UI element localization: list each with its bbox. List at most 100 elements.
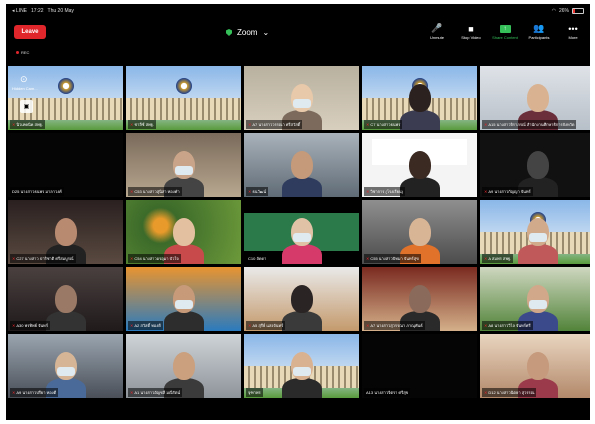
participant-tile[interactable]: C10 ลัดดา	[244, 200, 359, 264]
participant-name-label: ✕C53 นางสาวสุนิสา ทองคำ	[128, 187, 182, 196]
participants-label: Participants	[528, 35, 550, 40]
participant-face	[409, 84, 431, 112]
participant-name: C54 นางสาวอรอุมา บัวใจ	[134, 256, 179, 261]
participant-name: C7 นางสาวธนพร	[370, 122, 401, 127]
face-mask	[57, 367, 75, 376]
participant-face	[55, 218, 77, 246]
participant-tile[interactable]: ✕A8 นางสาววิไล จันทร์ศรี	[480, 267, 590, 331]
participant-tile[interactable]: ✕A9 นางสาวปรียา ทองดี	[8, 334, 123, 398]
muted-mic-icon: ✕	[130, 189, 134, 194]
participant-name-label: ✕A8 นางสาววิไล จันทร์ศรี	[482, 321, 533, 330]
participant-tile[interactable]: ✕A1 นางสาวอัญชลี มณีรัตน์	[126, 334, 241, 398]
participant-tile[interactable]: จุฑาพร	[244, 334, 359, 398]
participant-name: A15 นางสาวจิราภรณ์ สำนักงานศึกษาธิการจัง…	[488, 122, 575, 127]
face-mask	[293, 367, 311, 376]
participant-name: A2 สวัสดิ์ ทองดี	[134, 323, 161, 328]
participant-name: A13 นางสาวจิตรา ศรีสุข	[366, 390, 409, 395]
participant-tile[interactable]: ✕A สมพร สพฐ.	[480, 200, 590, 264]
participant-name-label: ✕A2 สวัสดิ์ ทองดี	[128, 321, 163, 330]
school-emblem-icon	[58, 78, 74, 94]
face-mask	[175, 166, 193, 175]
stop-video-button[interactable]: ■ Stop Video	[458, 22, 484, 41]
unmute-label: Unmute	[429, 35, 444, 40]
self-view-icon[interactable]: ▣	[20, 100, 33, 113]
participant-tile[interactable]: ✕C7 นางสาวธนพร	[362, 66, 477, 130]
stop-video-label: Stop Video	[461, 35, 481, 40]
muted-mic-icon: ✕	[366, 323, 370, 328]
participant-tile[interactable]: ✕D12 นางสาวนิตยา สุวรรณ	[480, 334, 590, 398]
meeting-toolbar: Leave REC Zoom ⌄ 🎤 Unmute ■ Stop Video ↑ Shar…	[6, 16, 590, 58]
participant-tile[interactable]: ✕ชาลีซ์ สพฐ.	[126, 66, 241, 130]
rec-label: REC	[21, 50, 30, 55]
participant-tile[interactable]: ✕A15 นางสาวจิราภรณ์ สำนักงานศึกษาธิการจั…	[480, 66, 590, 130]
participant-tile[interactable]: ✕A7 นางสาววรรณา ศรีสวัสดิ์	[244, 66, 359, 130]
self-video-tile[interactable]: ⊙ Hidden Cam... ▣ ✕นิวเทคนิค สพฐ.	[8, 66, 123, 130]
participant-name-label: ✕C55 นางสาวปัทมา จันทร์สุข	[364, 254, 421, 263]
more-button[interactable]: ••• More	[560, 22, 586, 41]
participant-name: นิวเทคนิค สพฐ.	[16, 122, 43, 127]
muted-mic-icon: ✕	[130, 390, 134, 395]
participant-name-label: ✕ธนวัฒน์	[246, 187, 269, 196]
muted-mic-icon: ✕	[130, 323, 134, 328]
participant-face	[291, 285, 313, 313]
record-dot-icon	[16, 51, 19, 54]
unmute-button[interactable]: 🎤 Unmute	[424, 22, 450, 40]
participant-name: C55 นางสาวปัทมา จันทร์สุข	[370, 256, 419, 261]
muted-mic-icon: ✕	[484, 323, 488, 328]
carrier-label: ◂ LINE	[12, 8, 28, 14]
participants-button[interactable]: 👥 Participants	[526, 22, 552, 40]
participant-body	[400, 177, 440, 197]
participant-name-label: ✕นิวเทคนิค สพฐ.	[10, 120, 45, 129]
shield-icon	[226, 29, 232, 36]
school-emblem-icon	[176, 78, 192, 94]
participant-tile[interactable]: ✕ธนวัฒน์	[244, 133, 359, 197]
participant-tile[interactable]: ✕A2 สวัสดิ์ ทองดี	[126, 267, 241, 331]
muted-mic-icon: ✕	[484, 189, 488, 194]
participant-tile[interactable]: ✕C54 นางสาวอรอุมา บัวใจ	[126, 200, 241, 264]
participant-tile[interactable]: A13 นางสาวจิตรา ศรีสุข	[362, 334, 477, 398]
meeting-controls: 🎤 Unmute ■ Stop Video ↑ Share Content 👥 Partici…	[424, 22, 586, 40]
participant-tile[interactable]: ✕วิชาการ (โรงเรียน)	[362, 133, 477, 197]
participant-name: A7 นางสาววรรณา ศรีสวัสดิ์	[252, 122, 301, 127]
participant-tile[interactable]: ✕C53 นางสาวสุนิสา ทองคำ	[126, 133, 241, 197]
muted-mic-icon: ✕	[12, 390, 16, 395]
participant-name: C10 ลัดดา	[248, 256, 267, 261]
ios-status-bar: ◂ LINE 17:22 Thu 20 May ◠ 26%	[12, 6, 584, 16]
face-mask	[529, 300, 547, 309]
participants-icon: 👥	[533, 23, 545, 33]
more-label: More	[568, 35, 578, 40]
participant-body	[400, 110, 440, 130]
participant-body	[164, 311, 204, 331]
participant-name-label: ✕วิชาการ (โรงเรียน)	[364, 187, 406, 196]
participant-name-label: ✕A5 สุรีย์ แสงจันทร์	[246, 321, 286, 330]
battery-icon	[572, 8, 584, 14]
muted-mic-icon: ✕	[248, 189, 252, 194]
wifi-icon: ◠	[551, 8, 556, 14]
participant-tile[interactable]: ✕A9 นางสาวกัญญา จันทร์	[480, 133, 590, 197]
muted-mic-icon: ✕	[12, 122, 16, 127]
participant-tile[interactable]: ✕C55 นางสาวปัทมา จันทร์สุข	[362, 200, 477, 264]
participant-name-label: D25 นางสาวธนพร มาลาวงศ์	[10, 187, 64, 196]
participant-body	[518, 244, 558, 264]
participant-name: A8 นางสาววิไล จันทร์ศรี	[488, 323, 531, 328]
participant-name: ธนวัฒน์	[252, 189, 267, 194]
participant-tile[interactable]: ✕C27 นางสาว ปาริชาติ ศรีสมบูรณ์	[8, 200, 123, 264]
participant-body	[282, 244, 322, 264]
participant-name: ชาลีซ์ สพฐ.	[134, 122, 154, 127]
muted-mic-icon: ✕	[248, 323, 252, 328]
participant-tile[interactable]: ✕A5 สุรีย์ แสงจันทร์	[244, 267, 359, 331]
participant-face	[527, 151, 549, 179]
participant-tile[interactable]: ✕A7 นางสาวสุวรรณา ภาณุพันธ์	[362, 267, 477, 331]
face-mask	[293, 99, 311, 108]
muted-mic-icon: ✕	[484, 390, 488, 395]
muted-mic-icon: ✕	[484, 256, 488, 261]
meeting-title[interactable]: Zoom ⌄	[226, 28, 269, 37]
status-time: 17:22	[31, 8, 44, 14]
participant-tile[interactable]: ✕A30 พรทิพย์ จันทร์	[8, 267, 123, 331]
participant-name-label: ✕A สมพร สพฐ.	[482, 254, 514, 263]
participant-tile[interactable]: D25 นางสาวธนพร มาลาวงศ์	[8, 133, 123, 197]
participant-name: A9 นางสาวปรียา ทองดี	[16, 390, 57, 395]
camera-switch-icon[interactable]: ⊙	[20, 74, 28, 85]
leave-button[interactable]: Leave	[14, 25, 46, 39]
share-content-button[interactable]: ↑ Share Content	[492, 22, 518, 40]
